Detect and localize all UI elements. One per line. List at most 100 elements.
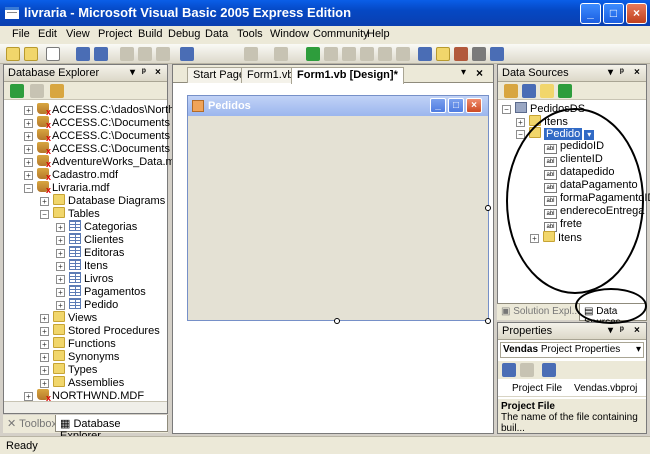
window-position-icon[interactable]: ▾ — [608, 67, 613, 78]
tree-node[interactable]: + Assemblies — [40, 376, 124, 389]
expand-icon[interactable]: + — [56, 288, 65, 297]
step-out-icon[interactable] — [396, 47, 410, 61]
resize-handle-right[interactable] — [485, 205, 491, 211]
expand-icon[interactable]: + — [56, 275, 65, 284]
horizontal-scrollbar[interactable] — [4, 401, 167, 413]
menu-build[interactable]: Build — [138, 28, 162, 40]
tree-node[interactable]: + Views — [40, 311, 97, 324]
alphabetical-icon[interactable] — [520, 363, 534, 377]
resize-handle-corner[interactable] — [485, 318, 491, 324]
expand-icon[interactable]: + — [40, 366, 49, 375]
tree-node[interactable]: + Editoras — [56, 246, 124, 259]
property-row[interactable]: Project File Vendas.vbproj — [498, 381, 646, 397]
form-maximize-button[interactable]: □ — [448, 98, 464, 113]
menu-debug[interactable]: Debug — [168, 28, 200, 40]
tree-node[interactable]: +ACCESS.C:\Documents a — [24, 142, 179, 156]
configure-dataset-icon[interactable] — [540, 84, 554, 98]
document-close-icon[interactable]: × — [476, 66, 483, 80]
stop-refresh-icon[interactable] — [30, 84, 44, 98]
resize-handle-bottom[interactable] — [334, 318, 340, 324]
property-pages-icon[interactable] — [542, 363, 556, 377]
new-project-icon[interactable] — [6, 47, 20, 61]
tree-node[interactable]: + Types — [40, 363, 97, 376]
expand-icon[interactable]: + — [56, 301, 65, 310]
tab-database-explorer[interactable]: ▦ Database Explorer — [55, 415, 168, 442]
menu-tools[interactable]: Tools — [237, 28, 263, 40]
tree-node[interactable]: + Synonyms — [40, 350, 119, 363]
toolbox-icon[interactable] — [454, 47, 468, 61]
menu-data[interactable]: Data — [205, 28, 228, 40]
expand-icon[interactable]: + — [56, 236, 65, 245]
tree-node[interactable]: + Pedido — [56, 298, 118, 311]
pause-icon[interactable] — [324, 47, 338, 61]
maximize-button[interactable]: □ — [603, 3, 624, 24]
close-button[interactable]: × — [626, 3, 647, 24]
tree-node[interactable]: +ACCESS.C:\dados\North — [24, 103, 174, 117]
collapse-icon[interactable]: − — [24, 184, 33, 193]
add-item-icon[interactable] — [46, 47, 60, 61]
tree-node[interactable]: + Categorias — [56, 220, 137, 233]
minimize-button[interactable]: _ — [580, 3, 601, 24]
db-explorer-icon[interactable] — [490, 47, 504, 61]
solution-explorer-icon[interactable] — [418, 47, 432, 61]
window-position-icon[interactable]: ▾ — [608, 325, 613, 336]
step-into-icon[interactable] — [360, 47, 374, 61]
step-over-icon[interactable] — [378, 47, 392, 61]
tab-toolbox[interactable]: ✕ Toolbox — [3, 415, 61, 432]
expand-icon[interactable]: + — [24, 158, 33, 167]
tree-node[interactable]: +Cadastro.mdf — [24, 168, 118, 182]
form-close-button[interactable]: × — [466, 98, 482, 113]
expand-icon[interactable]: + — [24, 132, 33, 141]
menu-file[interactable]: File — [12, 28, 30, 40]
form-designer-pedidos[interactable]: Pedidos _ □ × — [187, 95, 489, 321]
expand-icon[interactable]: + — [56, 223, 65, 232]
tab-form1-design[interactable]: Form1.vb [Design]* — [291, 67, 404, 84]
collapse-icon[interactable]: − — [40, 210, 49, 219]
tree-node[interactable]: +ACCESS.C:\Documents a — [24, 116, 179, 130]
expand-icon[interactable]: + — [56, 262, 65, 271]
tree-node[interactable]: + Pagamentos — [56, 285, 146, 298]
stop-icon[interactable] — [342, 47, 356, 61]
edit-dataset-icon[interactable] — [522, 84, 536, 98]
undo-icon[interactable] — [244, 47, 258, 61]
panel-close-icon[interactable]: × — [634, 67, 640, 78]
panel-close-icon[interactable]: × — [634, 325, 640, 336]
connect-database-icon[interactable] — [50, 84, 64, 98]
menu-community[interactable]: Community — [313, 28, 369, 40]
expand-icon[interactable]: + — [40, 197, 49, 206]
start-debugging-icon[interactable] — [306, 47, 320, 61]
open-folder-icon[interactable] — [24, 47, 38, 61]
tools-icon[interactable] — [472, 47, 486, 61]
expand-icon[interactable]: + — [516, 118, 525, 127]
tree-node[interactable]: +AdventureWorks_Data.m — [24, 155, 175, 169]
expand-icon[interactable]: + — [24, 145, 33, 154]
menu-help[interactable]: Help — [367, 28, 390, 40]
tree-node[interactable]: + Functions — [40, 337, 116, 350]
redo-icon[interactable] — [274, 47, 288, 61]
tree-node[interactable]: −Livraria.mdf — [24, 181, 109, 195]
expand-icon[interactable]: + — [40, 353, 49, 362]
tab-list-icon[interactable]: ▾ — [461, 67, 466, 78]
categorized-icon[interactable] — [502, 363, 516, 377]
dropdown-arrow-icon[interactable]: ▾ — [636, 344, 641, 355]
tree-node[interactable]: + Stored Procedures — [40, 324, 160, 337]
expand-icon[interactable]: + — [40, 379, 49, 388]
add-data-source-icon[interactable] — [504, 84, 518, 98]
menu-edit[interactable]: Edit — [38, 28, 57, 40]
auto-hide-pin-icon[interactable]: ᵖ — [620, 67, 624, 78]
save-icon[interactable] — [76, 47, 90, 61]
properties-window-icon[interactable] — [436, 47, 450, 61]
window-position-icon[interactable]: ▾ — [130, 67, 135, 78]
save-all-icon[interactable] — [94, 47, 108, 61]
object-selector[interactable]: Vendas Project Properties ▾ — [500, 342, 644, 358]
menu-project[interactable]: Project — [98, 28, 132, 40]
expand-icon[interactable]: + — [24, 392, 33, 401]
form-minimize-button[interactable]: _ — [430, 98, 446, 113]
expand-icon[interactable]: + — [24, 171, 33, 180]
menu-window[interactable]: Window — [270, 28, 309, 40]
panel-close-icon[interactable]: × — [155, 67, 161, 78]
copy-icon[interactable] — [138, 47, 152, 61]
tree-node[interactable]: + Itens — [56, 259, 108, 272]
collapse-icon[interactable]: − — [502, 105, 511, 114]
cut-icon[interactable] — [120, 47, 134, 61]
